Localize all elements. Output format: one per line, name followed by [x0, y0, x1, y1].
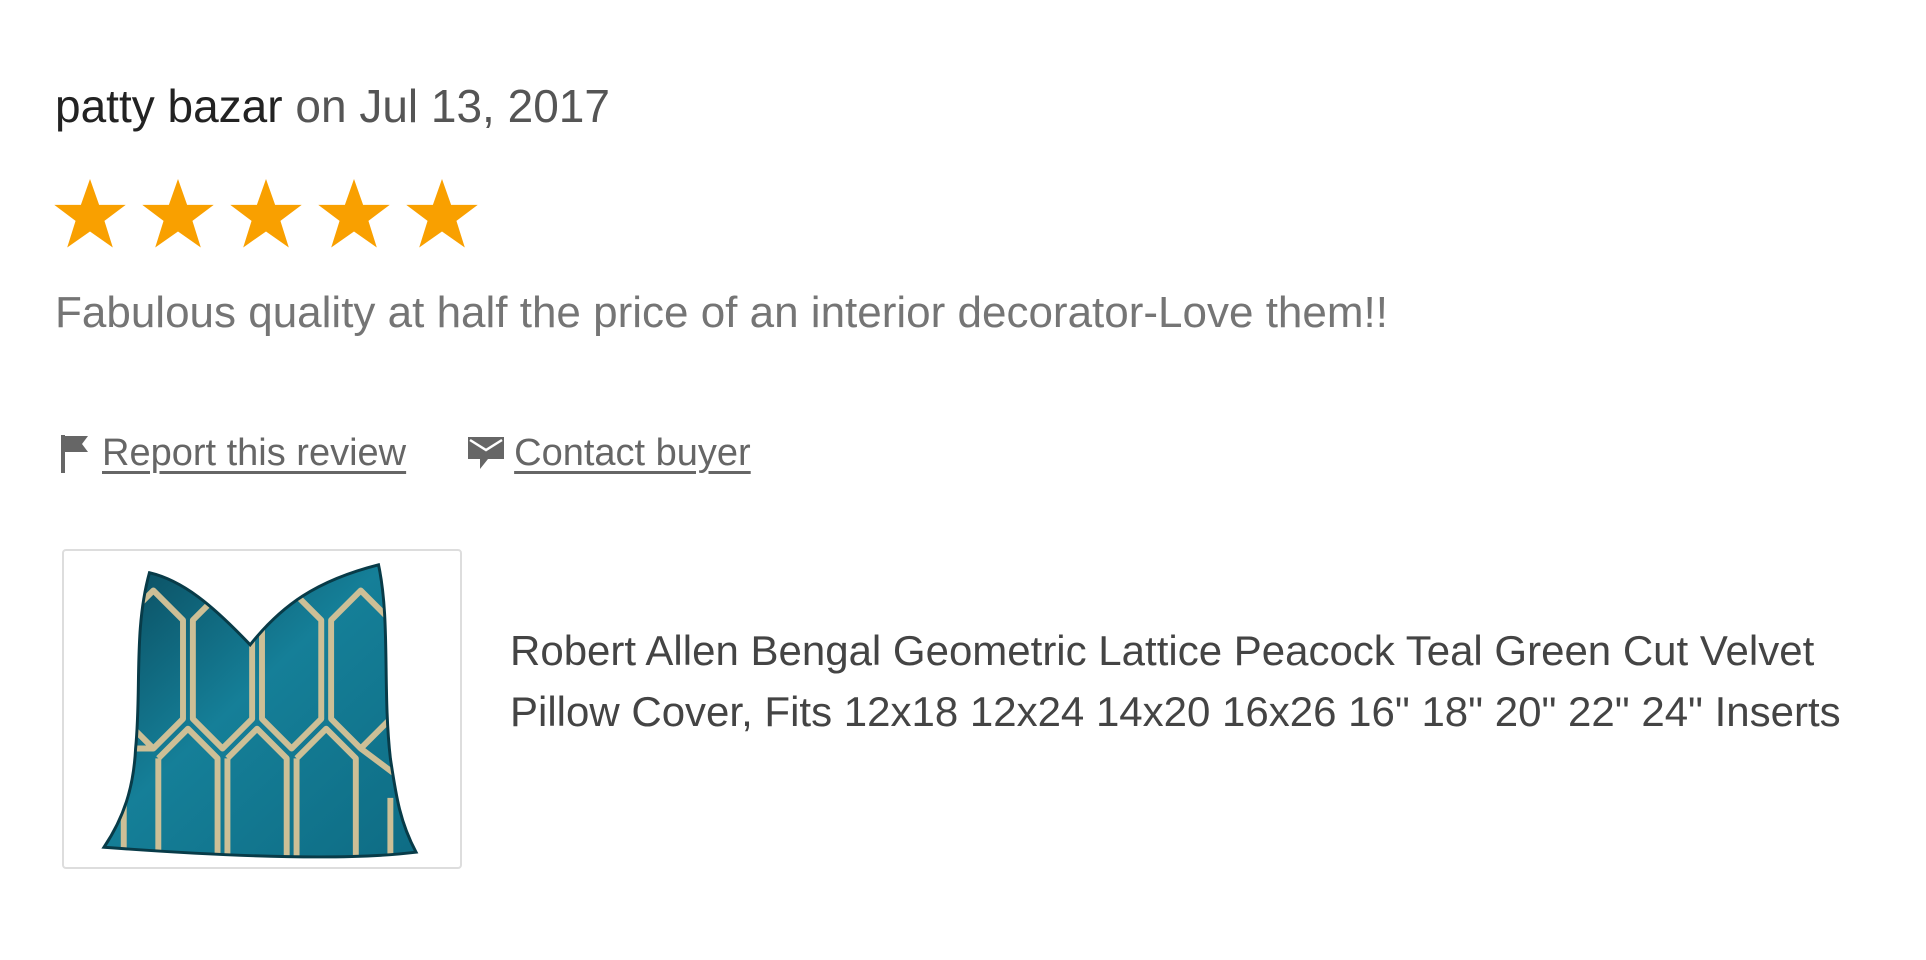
review-actions: Report this review Contact buyer — [58, 425, 751, 481]
star-icon — [52, 176, 128, 252]
teal-geometric-pillow-image — [101, 563, 419, 859]
review-card: patty bazar on Jul 13, 2017 Fabulous qua… — [0, 0, 1926, 960]
star-icon — [140, 176, 216, 252]
contact-buyer-label: Contact buyer — [514, 432, 751, 474]
reviewer-name[interactable]: patty bazar — [55, 80, 283, 132]
envelope-icon — [466, 431, 506, 475]
report-review-label: Report this review — [102, 432, 407, 474]
review-date-prefix: on — [295, 80, 347, 132]
product-thumbnail[interactable] — [62, 549, 462, 869]
flag-icon — [58, 431, 94, 475]
product-title-link[interactable]: Robert Allen Bengal Geometric Lattice Pe… — [510, 620, 1880, 742]
review-header: patty bazar on Jul 13, 2017 — [55, 78, 610, 134]
report-review-link[interactable]: Report this review — [58, 428, 406, 478]
star-icon — [316, 176, 392, 252]
contact-buyer-link[interactable]: Contact buyer — [466, 428, 751, 478]
star-rating — [52, 176, 480, 252]
star-icon — [404, 176, 480, 252]
star-icon — [228, 176, 304, 252]
review-date: Jul 13, 2017 — [359, 80, 610, 132]
review-text: Fabulous quality at half the price of an… — [55, 288, 1388, 337]
